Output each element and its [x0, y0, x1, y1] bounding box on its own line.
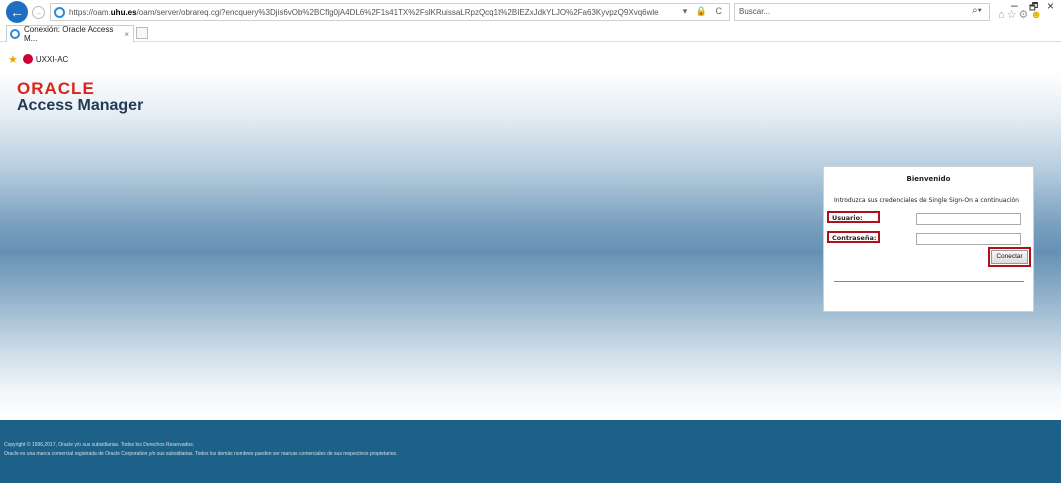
ie-page-icon [54, 6, 65, 18]
footer-trademark: Oracle es una marca comercial registrada… [4, 451, 398, 457]
login-title: Bienvenido [906, 175, 951, 183]
login-panel: Bienvenido Introduzca sus credenciales d… [823, 166, 1034, 312]
forward-arrow-icon[interactable]: → [32, 6, 45, 19]
search-icon[interactable]: ⌕▾ [972, 5, 982, 16]
tab-title: Conexión: Oracle Access M... [24, 25, 114, 43]
back-arrow-icon[interactable]: ← [6, 1, 28, 23]
password-label: Contraseña: [827, 231, 880, 243]
oracle-logo: ORACLE [17, 79, 95, 98]
browser-chrome: ← → https://oam.uhu.es/oam/server/obrare… [0, 0, 1061, 70]
favorites-bar: ★ UXXI-AC [0, 50, 68, 68]
username-field[interactable] [916, 213, 1021, 225]
tab-close-icon[interactable]: × [124, 30, 129, 39]
address-bar[interactable]: https://oam.uhu.es/oam/server/obrareq.cg… [50, 3, 730, 21]
product-name: Access Manager [17, 97, 144, 114]
minimize-button[interactable]: – [1011, 0, 1018, 12]
password-field[interactable] [916, 233, 1021, 245]
footer-copyright: Copyright © 1996,2017, Oracle y/o sus su… [4, 442, 195, 448]
close-window-button[interactable]: × [1047, 0, 1054, 13]
ie-tab-icon [10, 29, 20, 39]
login-divider [834, 281, 1024, 282]
address-tools-lock-refresh-icon[interactable]: ▾ 🔒 C [683, 6, 725, 17]
favorite-site-icon [22, 54, 33, 64]
tab-bar: Conexión: Oracle Access M... × [0, 24, 1061, 43]
favorite-link[interactable]: UXXI-AC [36, 55, 68, 64]
tab-active[interactable]: Conexión: Oracle Access M... × [6, 25, 134, 43]
username-label: Usuario: [827, 211, 880, 223]
restore-button[interactable]: 🗗 [1029, 0, 1038, 17]
new-tab-button[interactable] [136, 27, 148, 39]
url-domain: uhu.es [110, 7, 137, 17]
url-rest: /oam/server/obrareq.cgi?encquery%3Djis6v… [136, 7, 659, 17]
login-instructions: Introduzca sus credenciales de Single Si… [834, 197, 1019, 204]
favorites-star-icon[interactable]: ★ [8, 53, 18, 66]
page-footer: Copyright © 1996,2017, Oracle y/o sus su… [0, 420, 1061, 483]
connect-button[interactable]: Conectar [991, 250, 1028, 264]
address-url[interactable]: https://oam.uhu.es/oam/server/obrareq.cg… [69, 8, 659, 17]
address-row: ← → https://oam.uhu.es/oam/server/obrare… [0, 0, 1061, 24]
home-icon[interactable]: ⌂ [998, 9, 1007, 21]
search-input[interactable]: Buscar... [734, 3, 990, 21]
url-prefix: https://oam. [69, 7, 111, 17]
